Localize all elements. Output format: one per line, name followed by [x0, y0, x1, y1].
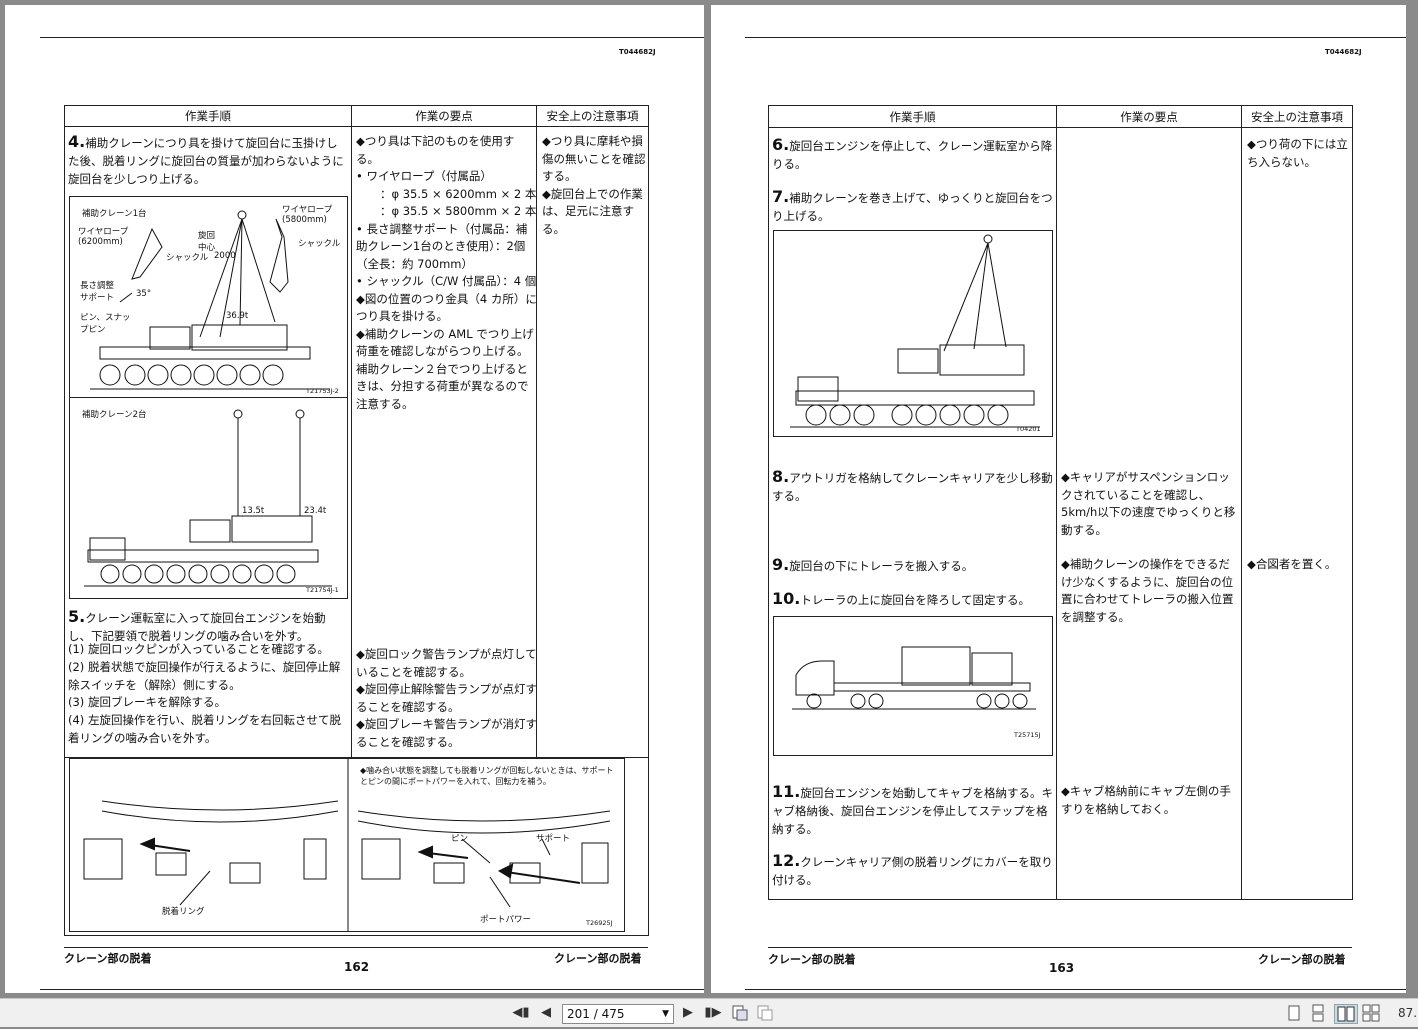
step-10: 10.トレーラの上に旋回台を降ろして固定する。 [772, 589, 1030, 608]
bottom-rule [40, 989, 704, 990]
page-indicator: 201 / 475 [567, 1007, 625, 1021]
step-5-sub-2: (2) 脱着状態で旋回操作が行えるように、旋回停止解除スイッチを（解除）側にする… [68, 660, 341, 692]
footer-section-left: クレーン部の脱着 [64, 952, 152, 965]
figure-id: T04201 [1016, 425, 1041, 433]
step-5-text: クレーン運転室に入って旋回台エンジンを始動し、下記要領で脱着リングの噛み合いを外… [68, 611, 326, 643]
footer-section-left: クレーン部の脱着 [768, 953, 856, 966]
document-page-right: T044682J 作業手順 作業の要点 安全上の注意事項 6.旋回台エンジンを停… [711, 5, 1406, 993]
step-11: 11.旋回台エンジンを始動してキャブを格納する。キャブ格納後、旋回台エンジンを停… [772, 782, 1053, 837]
single-page-icon[interactable] [1286, 1004, 1302, 1022]
fig-note: ◆噛み合い状態を調整しても脱着リングが回転しないときは、サポートとピンの間にポー… [360, 766, 614, 786]
step-4: 4.補助クレーンにつり具を掛けて旋回台に玉掛けした後、脱着リングに旋回台の質量が… [68, 132, 344, 187]
step-5-sub-1: (1) 旋回ロックピンが入っていることを確認する。 [68, 642, 329, 656]
step-12: 12.クレーンキャリア側の脱着リングにカバーを取り付ける。 [772, 851, 1053, 888]
footer-rule [64, 947, 648, 948]
fig-label: 旋回中心 [198, 231, 216, 253]
top-rule [40, 37, 704, 38]
zoom-level[interactable]: 87. [1398, 1004, 1418, 1022]
page-number-select[interactable]: 201 / 475 ▼ [562, 1004, 674, 1024]
two-page-icon[interactable] [1334, 1004, 1358, 1024]
col-header-steps: 作業手順 [768, 105, 1057, 128]
points-step-8: ◆キャリアがサスペンションロックされていることを確認し、5km/h以下の速度でゆ… [1061, 470, 1236, 537]
footer-section-right: クレーン部の脱着 [1258, 953, 1346, 966]
step-8: 8.アウトリガを格納してクレーンキャリアを少し移動する。 [772, 467, 1053, 504]
fig-label: 2000 [214, 251, 236, 261]
viewer-toolbar: ◀▮ ◀ 201 / 475 ▼ ▶ ▮▶ 87. [0, 998, 1418, 1027]
bottom-rule [745, 989, 1406, 990]
fig-label: 13.5t [242, 506, 265, 516]
chevron-down-icon: ▼ [662, 1009, 669, 1019]
first-page-icon[interactable]: ◀▮ [512, 1004, 530, 1022]
step-11-text: 旋回台エンジンを始動してキャブを格納する。キャブ格納後、旋回台エンジンを停止して… [772, 786, 1053, 836]
trailer-drawing [792, 646, 1036, 710]
safety-step-4: ◆つり具に摩耗や損傷の無いことを確認する。 ◆旋回台上での作業は、足元に注意する… [542, 134, 646, 236]
safety-step-9: ◆合図者を置く。 [1247, 557, 1337, 571]
points-step-11: ◆キャブ格納前にキャブ左側の手すりを格納しておく。 [1061, 784, 1231, 816]
figure-id: T21753J-2 [306, 387, 339, 395]
fig-label: シャックル [166, 253, 209, 263]
step-8-text: アウトリガを格納してクレーンキャリアを少し移動する。 [772, 471, 1053, 503]
two-page-continuous-icon[interactable] [1362, 1004, 1380, 1022]
fig-label: シャックル [298, 239, 341, 249]
next-page-icon[interactable]: ▶ [680, 1004, 696, 1022]
step-12-text: クレーンキャリア側の脱着リングにカバーを取り付ける。 [772, 855, 1053, 887]
points-step-5: ◆旋回ロック警告ランプが点灯していることを確認する。 ◆旋回停止解除警告ランプが… [356, 647, 537, 749]
two-crane-lift-drawing [84, 409, 332, 587]
points-step-4: ◆つり具は下記のものを使用する。 • ワイヤロープ（付属品） ：φ 35.5 ×… [356, 134, 537, 411]
step-5-sub-4: (4) 左旋回操作を行い、脱着リングを右回転させて脱着リングの噛み合いを外す。 [68, 713, 341, 745]
figure-trailer: T25715J [773, 616, 1053, 756]
col-header-steps: 作業手順 [64, 105, 352, 127]
safety-step-6-7: ◆つり荷の下には立ち入らない。 [1247, 137, 1348, 169]
fig-label: 36.9t [226, 311, 249, 321]
col-header-points: 作業の要点 [1056, 105, 1242, 128]
step-9-text: 旋回台の下にトレーラを搬入する。 [789, 559, 974, 573]
fit-page-icon[interactable] [731, 1004, 749, 1022]
step-10-text: トレーラの上に旋回台を降ろして固定する。 [800, 593, 1030, 607]
document-page-left: T044682J 作業手順 作業の要点 安全上の注意事項 4.補助クレーンにつり… [5, 5, 704, 993]
page-number: 162 [344, 960, 370, 974]
fig-label: ワイヤロープ (6200mm) [78, 227, 129, 247]
figure-lift-turntable: T04201 [773, 230, 1053, 437]
last-page-icon[interactable]: ▮▶ [704, 1004, 722, 1022]
step-6: 6.旋回台エンジンを停止して、クレーン運転室から降りる。 [772, 135, 1053, 172]
lift-turntable-drawing [790, 234, 1040, 428]
doc-id: T044682J [619, 48, 656, 56]
step-7: 7.補助クレーンを巻き上げて、ゆっくりと旋回台をつり上げる。 [772, 187, 1053, 224]
continuous-icon[interactable] [1310, 1004, 1326, 1022]
col-header-safety: 安全上の注意事項 [536, 105, 649, 127]
fig-label: ピン [451, 834, 469, 844]
step-4-text: 補助クレーンにつり具を掛けて旋回台に玉掛けした後、脱着リングに旋回台の質量が加わ… [68, 136, 344, 186]
fig-label: ポートパワー [480, 915, 532, 925]
prev-page-icon[interactable]: ◀ [538, 1004, 554, 1022]
fig-label: ワイヤロープ (5800mm) [282, 205, 333, 225]
step-7-text: 補助クレーンを巻き上げて、ゆっくりと旋回台をつり上げる。 [772, 191, 1053, 223]
figure-id: T26925J [586, 919, 613, 927]
fig-label: 補助クレーン2台 [82, 410, 147, 420]
figure-id: T21754J-1 [306, 586, 339, 594]
footer-section-right: クレーン部の脱着 [554, 952, 642, 965]
col-header-points: 作業の要点 [351, 105, 537, 127]
figure-two-crane-lift: 補助クレーン2台 13.5t 23.4t T21754J-1 [69, 397, 348, 599]
page-number: 163 [1049, 961, 1075, 975]
fig-label: サポート [536, 834, 571, 844]
col-header-safety: 安全上の注意事項 [1241, 105, 1353, 128]
fig-label: 長さ調整サポート [80, 281, 115, 303]
points-step-9: ◆補助クレーンの操作をできるだけ少なくするように、旋回台の位置に合わせてトレーラ… [1061, 557, 1234, 624]
top-rule [745, 37, 1406, 38]
fig-label: 脱着リング [162, 907, 205, 917]
fig-label: 35° [136, 289, 152, 299]
doc-id: T044682J [1325, 48, 1362, 56]
step-6-text: 旋回台エンジンを停止して、クレーン運転室から降りる。 [772, 139, 1053, 171]
fit-width-icon[interactable] [756, 1004, 774, 1022]
fig-label: 23.4t [304, 506, 327, 516]
footer-rule [768, 947, 1352, 948]
figure-slewing-ring: ◆噛み合い状態を調整しても脱着リングが回転しないときは、サポートとピンの間にポー… [69, 758, 625, 932]
fig-label: ピン、スナップピン [80, 313, 131, 335]
step-9: 9.旋回台の下にトレーラを搬入する。 [772, 555, 974, 574]
figure-single-crane-lift: 補助クレーン1台 ワイヤロープ (6200mm) 旋回中心 シャックル 2000… [69, 196, 348, 398]
figure-id: T25715J [1014, 731, 1041, 739]
step-5-sub-3: (3) 旋回ブレーキを解除する。 [68, 695, 226, 709]
fig-label: 補助クレーン1台 [82, 209, 147, 219]
step-5: 5.クレーン運転室に入って旋回台エンジンを始動し、下記要領で脱着リングの噛み合い… [68, 607, 326, 644]
